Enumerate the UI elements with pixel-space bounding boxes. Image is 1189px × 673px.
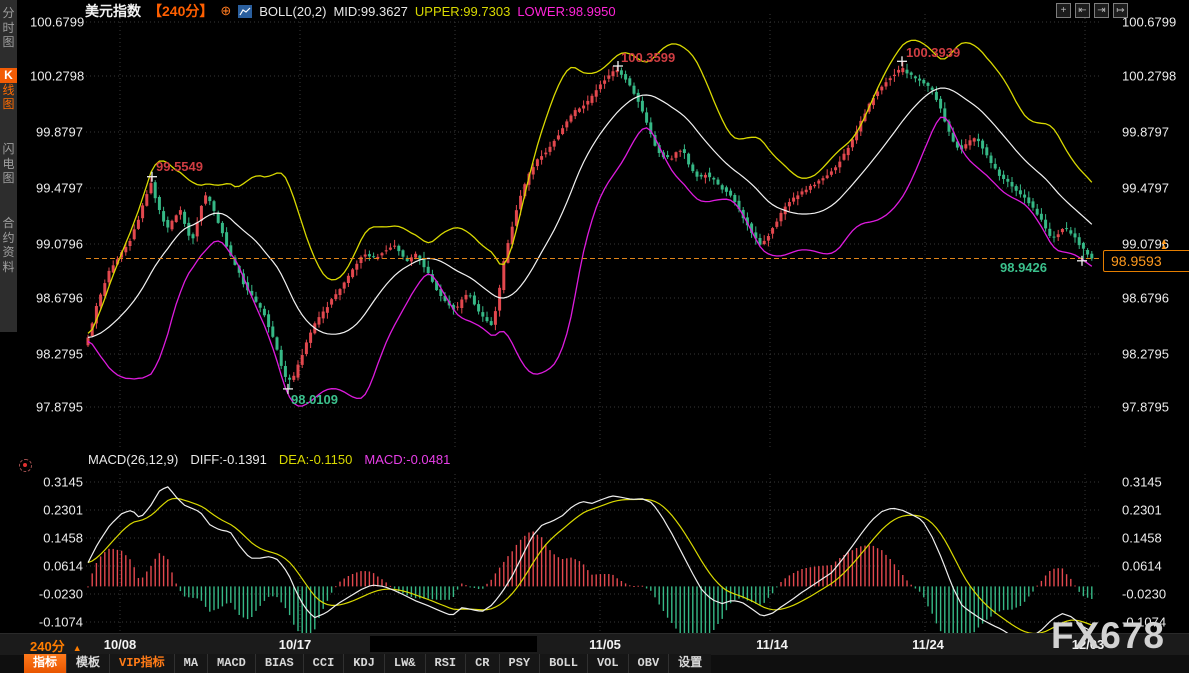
current-price-box: 98.9593 (1103, 250, 1189, 272)
tab-cr[interactable]: CR (465, 654, 498, 673)
tab-bias[interactable]: BIAS (255, 654, 303, 673)
trading-terminal: 分时图 K线图闪电图合约资料 美元指数 【240分】 ⊕ BOLL(20,2) M… (0, 0, 1189, 673)
tab-macd[interactable]: MACD (207, 654, 255, 673)
sidebar-item-kline-chart[interactable]: K线图 (0, 68, 17, 112)
tab-ma[interactable]: MA (174, 654, 207, 673)
tab-vol[interactable]: VOL (587, 654, 628, 673)
tab-lwr[interactable]: LW& (384, 654, 425, 673)
macd-params: MACD(26,12,9) (88, 452, 178, 467)
crosshair-target-icon[interactable] (19, 459, 32, 472)
chart-header: 美元指数 【240分】 ⊕ BOLL(20,2) MID:99.3627 UPP… (85, 3, 616, 19)
macd-diff-value: DIFF:-0.1391 (190, 452, 267, 467)
chart-canvas[interactable] (0, 0, 1189, 673)
boll-params: BOLL(20,2) (259, 4, 326, 19)
pan-icon[interactable]: + (1056, 3, 1071, 18)
indicator-toolbar: 指标模板VIP指标MAMACDBIASCCIKDJLW&RSICRPSYBOLL… (24, 654, 711, 673)
chart-tools: + ⇤ ⇥ ↦ (1056, 3, 1128, 18)
macd-dea-value: DEA:-0.1150 (279, 452, 352, 467)
tab-boll[interactable]: BOLL (539, 654, 587, 673)
tab-obv[interactable]: OBV (628, 654, 669, 673)
price-up-arrows-icon: ▲▲ (1160, 239, 1168, 249)
sidebar-item-flash-chart[interactable]: 闪电图 (0, 142, 17, 186)
macd-header: MACD(26,12,9) DIFF:-0.1391 DEA:-0.1150 M… (88, 452, 450, 467)
boll-upper-value: UPPER:99.7303 (415, 4, 510, 19)
sidebar-item-contract-info[interactable]: 合约资料 (0, 216, 17, 274)
tab-vip-indicators[interactable]: VIP指标 (109, 654, 174, 673)
boll-lower-value: LOWER:98.9950 (517, 4, 615, 19)
period-selector[interactable]: 240分▲ (30, 636, 82, 655)
tab-indicators[interactable]: 指标 (24, 654, 66, 673)
period-label: 【240分】 (148, 1, 213, 21)
shift-right-icon[interactable]: ↦ (1113, 3, 1128, 18)
sidebar-item-time-chart[interactable]: 分时图 (0, 6, 17, 50)
tab-cci[interactable]: CCI (303, 654, 344, 673)
line-chart-icon (238, 5, 252, 18)
time-axis-row (0, 633, 1189, 655)
add-overlay-icon[interactable]: ⊕ (220, 3, 231, 19)
tab-rsi[interactable]: RSI (425, 654, 466, 673)
sidebar: 分时图 K线图闪电图合约资料 (0, 0, 17, 332)
axis-zoom-left-icon[interactable]: ⇤ (1075, 3, 1090, 18)
chevron-up-icon: ▲ (73, 643, 82, 653)
tab-kdj[interactable]: KDJ (343, 654, 384, 673)
boll-mid-value: MID:99.3627 (333, 4, 407, 19)
symbol-name: 美元指数 (85, 1, 141, 21)
macd-hist-value: MACD:-0.0481 (364, 452, 450, 467)
tab-templates[interactable]: 模板 (66, 654, 109, 673)
tab-psy[interactable]: PSY (499, 654, 540, 673)
axis-zoom-right-icon[interactable]: ⇥ (1094, 3, 1109, 18)
redacted-box (370, 636, 537, 652)
tab-settings[interactable]: 设置 (668, 654, 711, 673)
